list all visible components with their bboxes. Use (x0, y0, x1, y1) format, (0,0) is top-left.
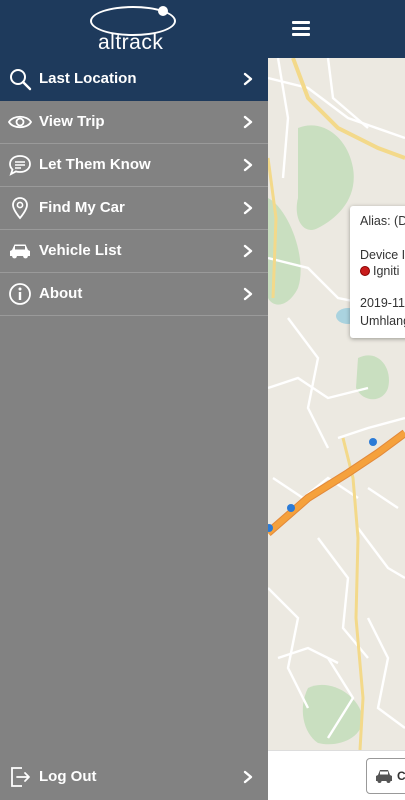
menu-item-label: Last Location (39, 70, 137, 87)
chevron-right-icon (243, 72, 253, 86)
car-icon (376, 770, 392, 783)
logo-dot (158, 6, 168, 16)
eye-icon (8, 115, 32, 129)
popup-ignition: Igniti (373, 264, 400, 278)
chevron-right-icon (243, 244, 253, 258)
map-view[interactable] (268, 58, 405, 750)
info-icon (9, 283, 31, 305)
menu-item-vehicle-list[interactable]: Vehicle List (0, 230, 268, 273)
chevron-right-icon (243, 158, 253, 172)
menu-item-log-out[interactable]: Log Out (0, 756, 268, 800)
altrack-logo: altrack (88, 3, 180, 55)
popup-device: Device I (360, 248, 405, 262)
menu-item-find-my-car[interactable]: Find My Car (0, 187, 268, 230)
ignition-status-icon (360, 266, 370, 276)
menu-item-label: Vehicle List (39, 242, 122, 259)
popup-ignition-row: Igniti (360, 264, 399, 278)
vehicle-info-popup[interactable]: Alias: (D Device I Igniti 2019-11 Umhlan… (350, 206, 405, 338)
chevron-right-icon (243, 115, 253, 129)
app-header: altrack (0, 0, 405, 58)
menu-item-about[interactable]: About (0, 273, 268, 316)
location-pin-icon (12, 197, 28, 220)
popup-place: Umhlang (360, 314, 405, 328)
menu-item-let-them-know[interactable]: Let Them Know (0, 144, 268, 187)
map-canvas (268, 58, 405, 750)
popup-alias: Alias: (D (360, 214, 405, 228)
car-button-label: C (397, 769, 405, 783)
logo-text: altrack (98, 31, 164, 54)
car-icon (10, 244, 30, 259)
search-icon (10, 69, 32, 91)
chevron-right-icon (243, 770, 253, 784)
hamburger-icon[interactable] (292, 21, 310, 37)
chat-bubble-icon (9, 155, 31, 176)
menu-item-last-location[interactable]: Last Location (0, 58, 268, 101)
logout-icon (11, 767, 30, 787)
car-button[interactable]: C (366, 758, 405, 794)
menu-item-label: Log Out (39, 768, 97, 785)
menu-item-label: About (39, 285, 83, 302)
navigation-drawer: Last Location View Trip Let Them Know Fi… (0, 58, 268, 800)
menu-item-label: Let Them Know (39, 156, 151, 173)
chevron-right-icon (243, 201, 253, 215)
menu-item-label: Find My Car (39, 199, 125, 216)
popup-date: 2019-11 (360, 296, 405, 310)
menu-item-view-trip[interactable]: View Trip (0, 101, 268, 144)
menu-item-label: View Trip (39, 113, 105, 130)
chevron-right-icon (243, 287, 253, 301)
